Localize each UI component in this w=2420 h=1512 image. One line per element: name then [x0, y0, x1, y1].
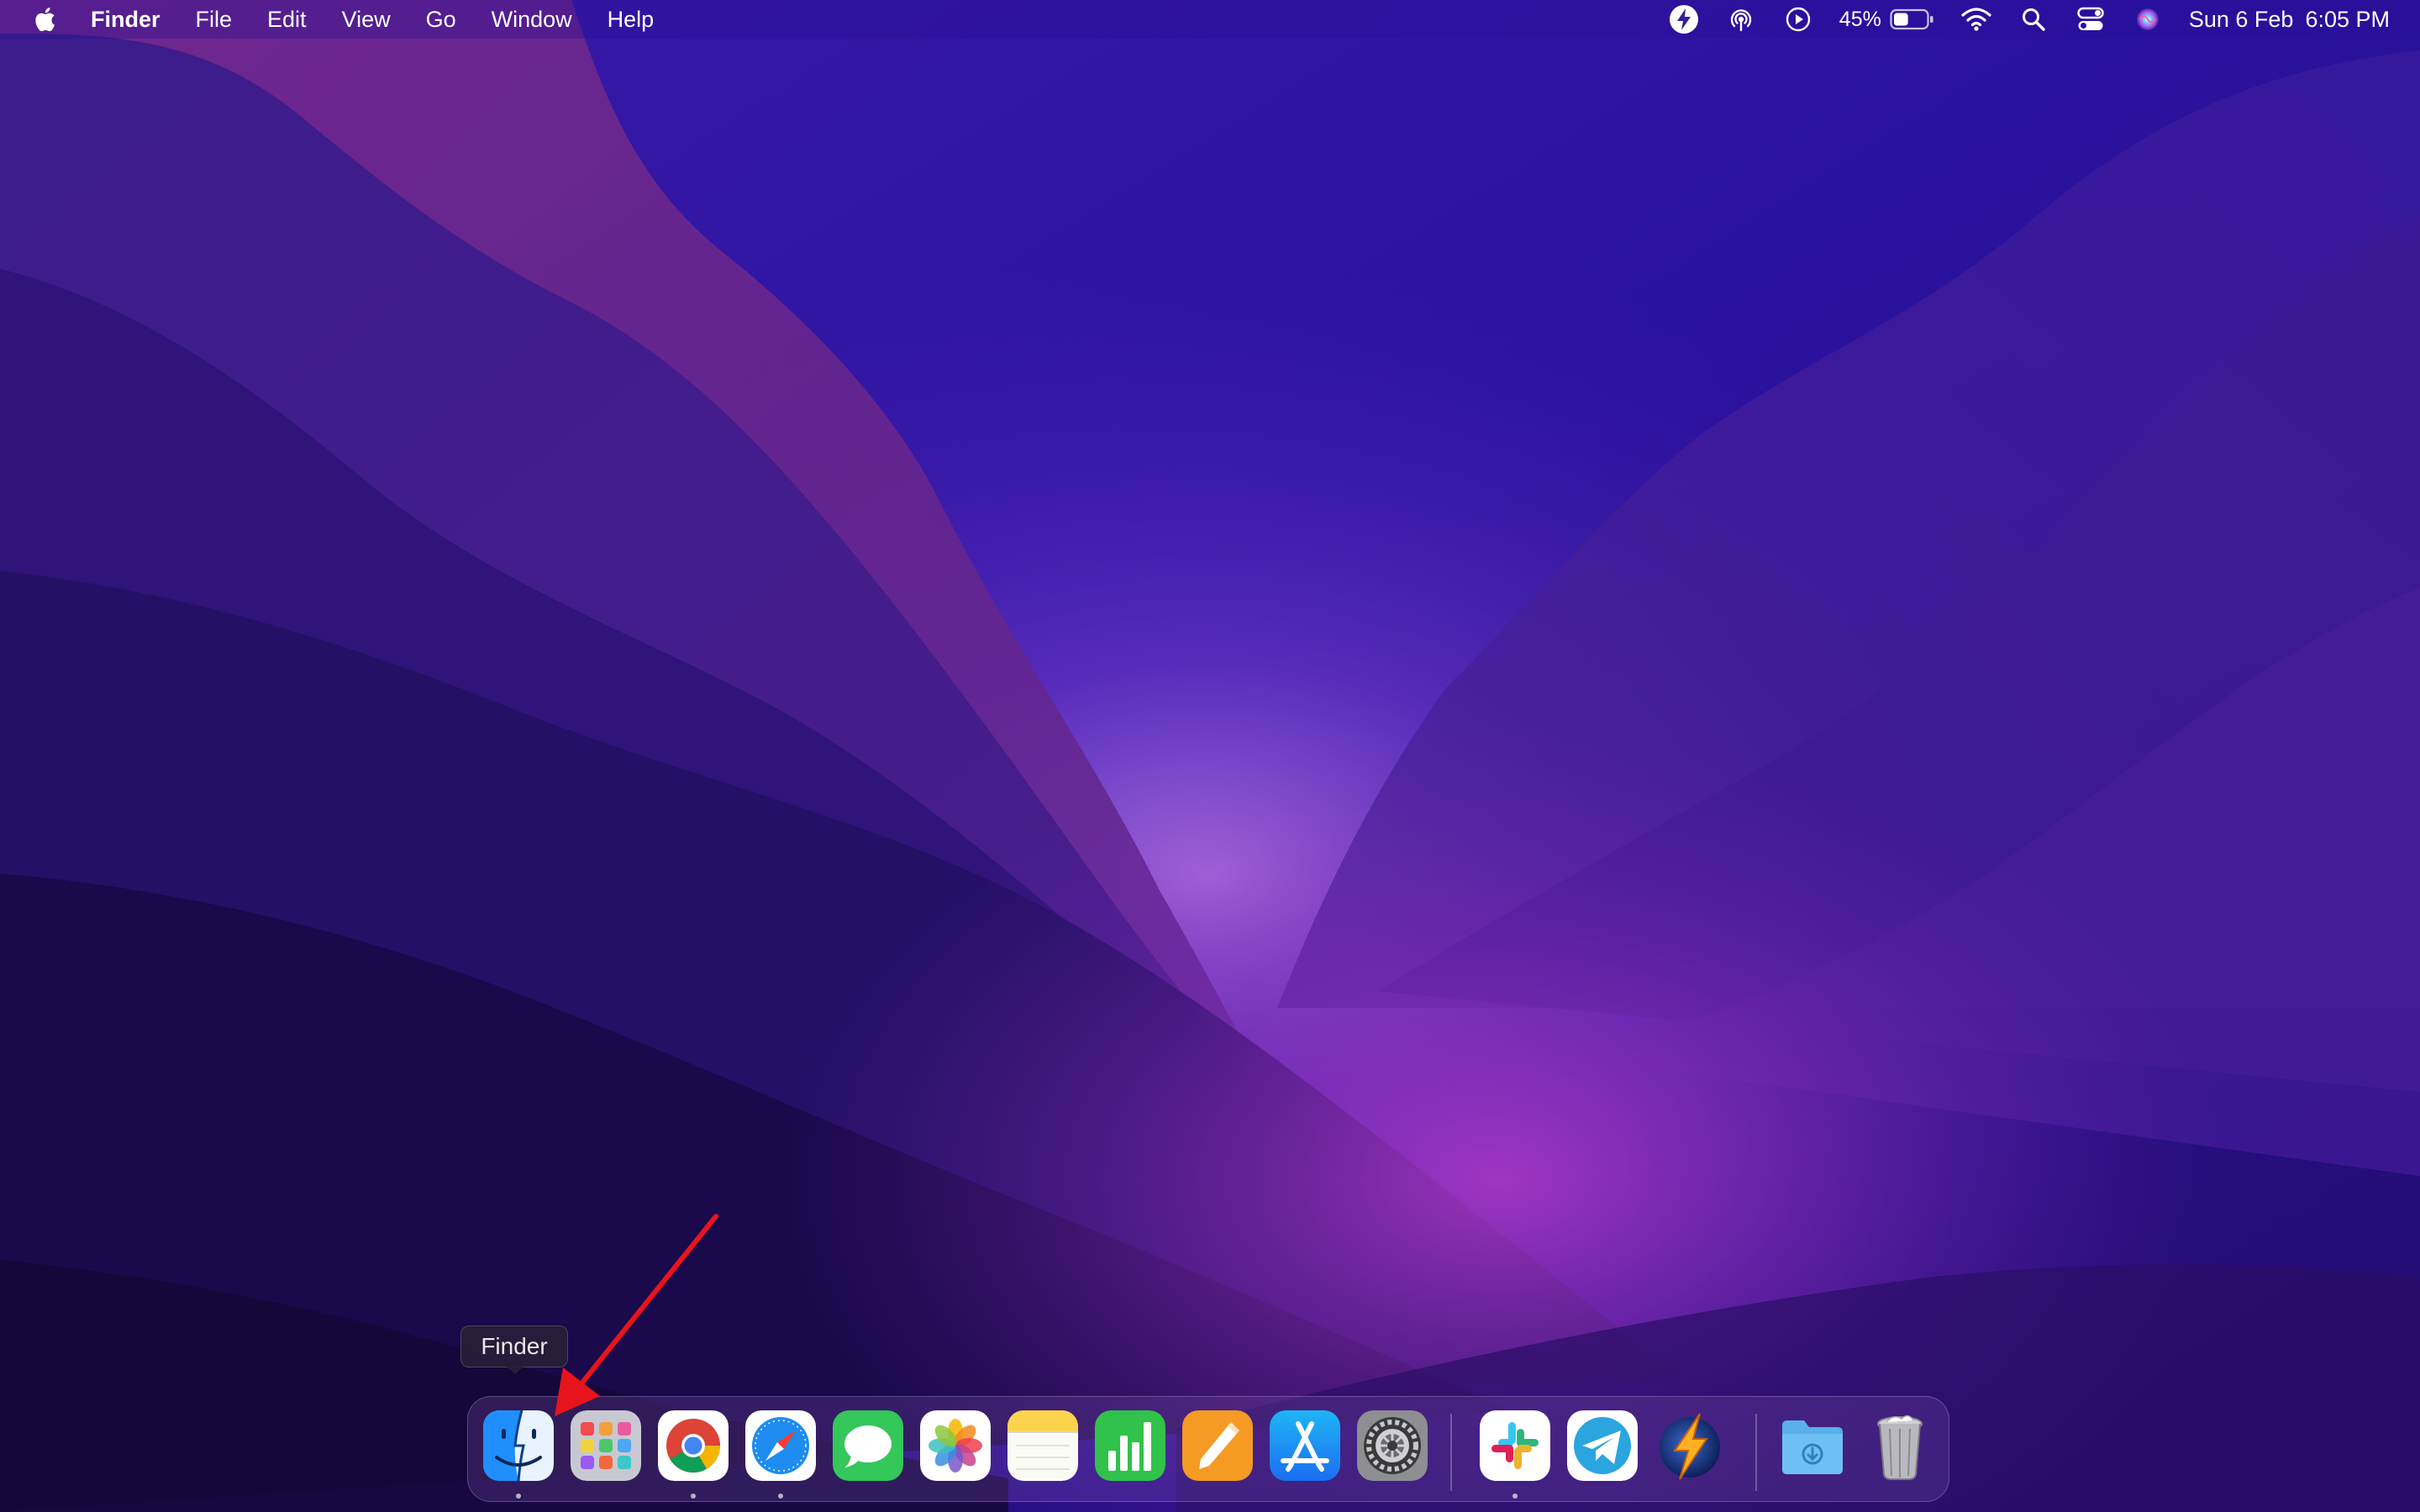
- dock-item-finder[interactable]: [483, 1410, 554, 1481]
- menu-help[interactable]: Help: [608, 7, 655, 33]
- dock-item-notes[interactable]: [1007, 1410, 1078, 1481]
- dock-item-launchpad[interactable]: [571, 1410, 641, 1481]
- wifi-icon[interactable]: [1960, 3, 1992, 35]
- control-center-icon[interactable]: [2075, 3, 2107, 35]
- numbers-icon: [1095, 1410, 1165, 1481]
- dock-item-photos[interactable]: [920, 1410, 991, 1481]
- messages-icon: [833, 1410, 903, 1481]
- battery-icon[interactable]: [1890, 8, 1935, 30]
- dock-item-slack[interactable]: [1480, 1410, 1550, 1481]
- menu-bar: Finder File Edit View Go Window Help 45%…: [0, 0, 2420, 39]
- trash-icon: [1877, 1415, 1923, 1480]
- telegram-icon: [1567, 1410, 1638, 1481]
- dock-tooltip-tail: [506, 1366, 524, 1374]
- menu-file[interactable]: File: [196, 7, 233, 33]
- launchpad-icon: [571, 1410, 641, 1481]
- pages-icon: [1182, 1410, 1253, 1481]
- clock-date: Sun 6 Feb: [2188, 6, 2294, 32]
- dock-separator: [1450, 1414, 1452, 1491]
- bolt-icon[interactable]: [1668, 3, 1700, 35]
- menu-edit[interactable]: Edit: [267, 7, 307, 33]
- dock-tooltip: Finder: [460, 1326, 568, 1368]
- desktop: Finder File Edit View Go Window Help 45%…: [0, 0, 2420, 1512]
- chrome-icon: [658, 1410, 729, 1481]
- siri-icon[interactable]: [2132, 3, 2164, 35]
- dock: [467, 1396, 1949, 1502]
- notes-icon: [1007, 1410, 1078, 1481]
- menu-go[interactable]: Go: [426, 7, 456, 33]
- dock-item-chrome[interactable]: [658, 1410, 729, 1481]
- dock-item-reeder[interactable]: [1655, 1410, 1725, 1481]
- dock-item-pages[interactable]: [1182, 1410, 1253, 1481]
- dock-item-messages[interactable]: [833, 1410, 903, 1481]
- clock-time: 6:05 PM: [2305, 6, 2390, 32]
- dock-separator: [1755, 1414, 1757, 1491]
- menu-view[interactable]: View: [342, 7, 391, 33]
- menu-app-name[interactable]: Finder: [91, 7, 160, 33]
- app-store-icon: [1270, 1410, 1340, 1481]
- system-preferences-icon: [1357, 1410, 1428, 1481]
- dock-item-safari[interactable]: [745, 1410, 816, 1481]
- dock-item-downloads[interactable]: [1777, 1410, 1848, 1481]
- finder-icon: [483, 1410, 554, 1481]
- running-indicator: [691, 1494, 696, 1499]
- menu-clock[interactable]: Sun 6 Feb 6:05 PM: [2189, 7, 2390, 33]
- running-indicator: [778, 1494, 783, 1499]
- wallpaper: [0, 0, 2420, 1512]
- downloads-folder-icon: [1782, 1420, 1843, 1474]
- battery-percentage: 45%: [1839, 7, 1881, 31]
- menu-window[interactable]: Window: [492, 7, 572, 33]
- dock-item-telegram[interactable]: [1567, 1410, 1638, 1481]
- safari-icon: [745, 1410, 816, 1481]
- lightning-app-icon: [1660, 1413, 1720, 1480]
- running-indicator: [516, 1494, 521, 1499]
- dock-item-system-preferences[interactable]: [1357, 1410, 1428, 1481]
- slack-icon: [1480, 1410, 1550, 1481]
- airdrop-icon[interactable]: [1725, 3, 1757, 35]
- dock-item-numbers[interactable]: [1095, 1410, 1165, 1481]
- dock-item-app-store[interactable]: [1270, 1410, 1340, 1481]
- running-indicator: [1512, 1494, 1518, 1499]
- dock-item-trash[interactable]: [1865, 1410, 1935, 1481]
- apple-logo-icon[interactable]: [32, 5, 57, 34]
- search-icon[interactable]: [2018, 3, 2049, 35]
- play-icon[interactable]: [1782, 3, 1814, 35]
- photos-icon: [920, 1410, 991, 1481]
